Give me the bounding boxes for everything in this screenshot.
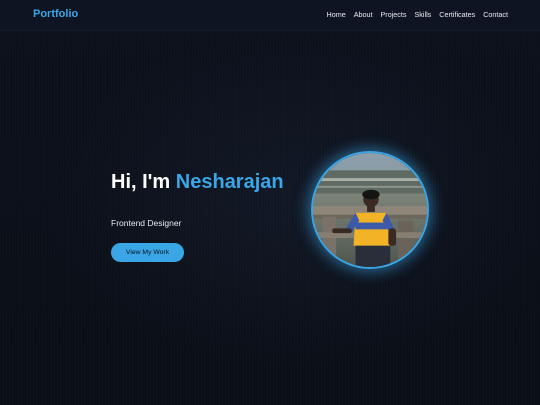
profile-photo-icon — [313, 153, 427, 267]
nav-link-projects[interactable]: Projects — [381, 10, 407, 19]
portfolio-page: Portfolio Home About Projects Skills Cer… — [0, 0, 540, 405]
navbar: Portfolio Home About Projects Skills Cer… — [0, 0, 540, 31]
nav-link-about[interactable]: About — [354, 10, 373, 19]
nav-link-contact[interactable]: Contact — [483, 10, 508, 19]
avatar — [311, 151, 429, 269]
hero-title: Hi, I'm Nesharajan — [111, 171, 284, 194]
view-my-work-button[interactable]: View My Work — [111, 243, 184, 262]
hero-subtitle: Frontend Designer — [111, 218, 182, 228]
hero-greeting: Hi, I'm — [111, 171, 171, 193]
nav-link-home[interactable]: Home — [327, 10, 346, 19]
hero-name: Nesharajan — [175, 171, 284, 193]
nav-link-certificates[interactable]: Certificates — [439, 10, 475, 19]
nav-links: Home About Projects Skills Certificates … — [319, 10, 508, 19]
nav-link-skills[interactable]: Skills — [414, 10, 431, 19]
logo-link[interactable]: Portfolio — [33, 8, 78, 20]
